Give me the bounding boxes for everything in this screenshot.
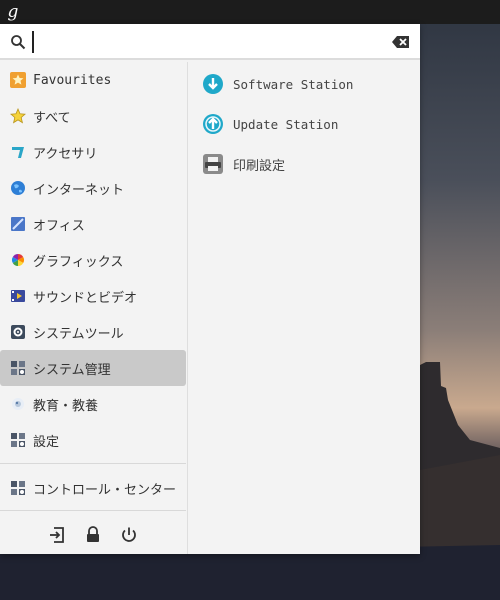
multimedia-icon <box>10 288 26 304</box>
category-system-tools[interactable]: システムツール <box>0 314 186 350</box>
lock-icon[interactable] <box>84 526 102 544</box>
settings-icon <box>10 432 26 448</box>
search-input[interactable] <box>32 31 372 53</box>
category-sidebar: Favourites すべて アクセサリ インターネット オフィス グラフィック… <box>0 62 188 554</box>
control-center-label: コントロール・センター <box>33 482 177 498</box>
control-center-icon <box>10 480 26 496</box>
app-label: Software Station <box>233 76 354 92</box>
application-menu: Favourites すべて アクセサリ インターネット オフィス グラフィック… <box>0 24 420 554</box>
globe-icon <box>10 180 26 196</box>
category-multimedia[interactable]: サウンドとビデオ <box>0 278 186 314</box>
category-label: すべて <box>33 110 71 126</box>
search-bar <box>0 24 420 60</box>
category-label: サウンドとビデオ <box>33 290 138 306</box>
divider <box>0 463 186 464</box>
star-orange-icon <box>10 72 26 88</box>
star-yellow-icon <box>10 107 26 124</box>
top-panel: g <box>0 0 500 24</box>
control-center-item[interactable]: コントロール・センター <box>0 470 186 506</box>
category-education[interactable]: 教育・教養 <box>0 386 186 422</box>
system-tools-icon <box>10 324 26 340</box>
category-label: インターネット <box>33 182 125 198</box>
app-print-settings[interactable]: 印刷設定 <box>190 144 420 184</box>
category-label: システム管理 <box>33 362 111 378</box>
graphics-icon <box>10 252 26 268</box>
category-label: Favourites <box>33 72 112 88</box>
app-update-station[interactable]: Update Station <box>190 104 420 144</box>
printer-icon <box>203 154 223 174</box>
app-menu-logo-icon[interactable]: g <box>4 3 22 21</box>
update-station-icon <box>203 114 223 134</box>
category-all[interactable]: すべて <box>0 98 186 134</box>
divider <box>0 510 186 511</box>
category-label: グラフィックス <box>33 254 124 270</box>
category-label: システムツール <box>33 326 124 342</box>
category-label: オフィス <box>33 218 85 234</box>
app-label: 印刷設定 <box>233 158 286 174</box>
category-label: 設定 <box>33 434 60 450</box>
accessories-icon <box>10 144 26 160</box>
category-settings[interactable]: 設定 <box>0 422 186 458</box>
category-office[interactable]: オフィス <box>0 206 186 242</box>
category-label: 教育・教養 <box>33 398 99 414</box>
app-label: Update Station <box>233 116 339 132</box>
system-admin-icon <box>10 360 26 376</box>
category-accessories[interactable]: アクセサリ <box>0 134 186 170</box>
category-label: アクセサリ <box>33 146 98 162</box>
category-system-admin[interactable]: システム管理 <box>0 350 186 386</box>
logout-icon[interactable] <box>48 526 66 544</box>
session-actions <box>0 514 186 554</box>
education-icon <box>10 396 26 412</box>
clear-search-icon[interactable] <box>392 35 410 49</box>
office-icon <box>10 216 26 232</box>
search-icon <box>11 35 26 50</box>
category-graphics[interactable]: グラフィックス <box>0 242 186 278</box>
category-favourites[interactable]: Favourites <box>0 62 186 98</box>
software-station-icon <box>203 74 223 94</box>
app-list: Software Station Update Station 印刷設定 <box>190 62 420 554</box>
category-internet[interactable]: インターネット <box>0 170 186 206</box>
app-software-station[interactable]: Software Station <box>190 64 420 104</box>
power-icon[interactable] <box>120 526 138 544</box>
